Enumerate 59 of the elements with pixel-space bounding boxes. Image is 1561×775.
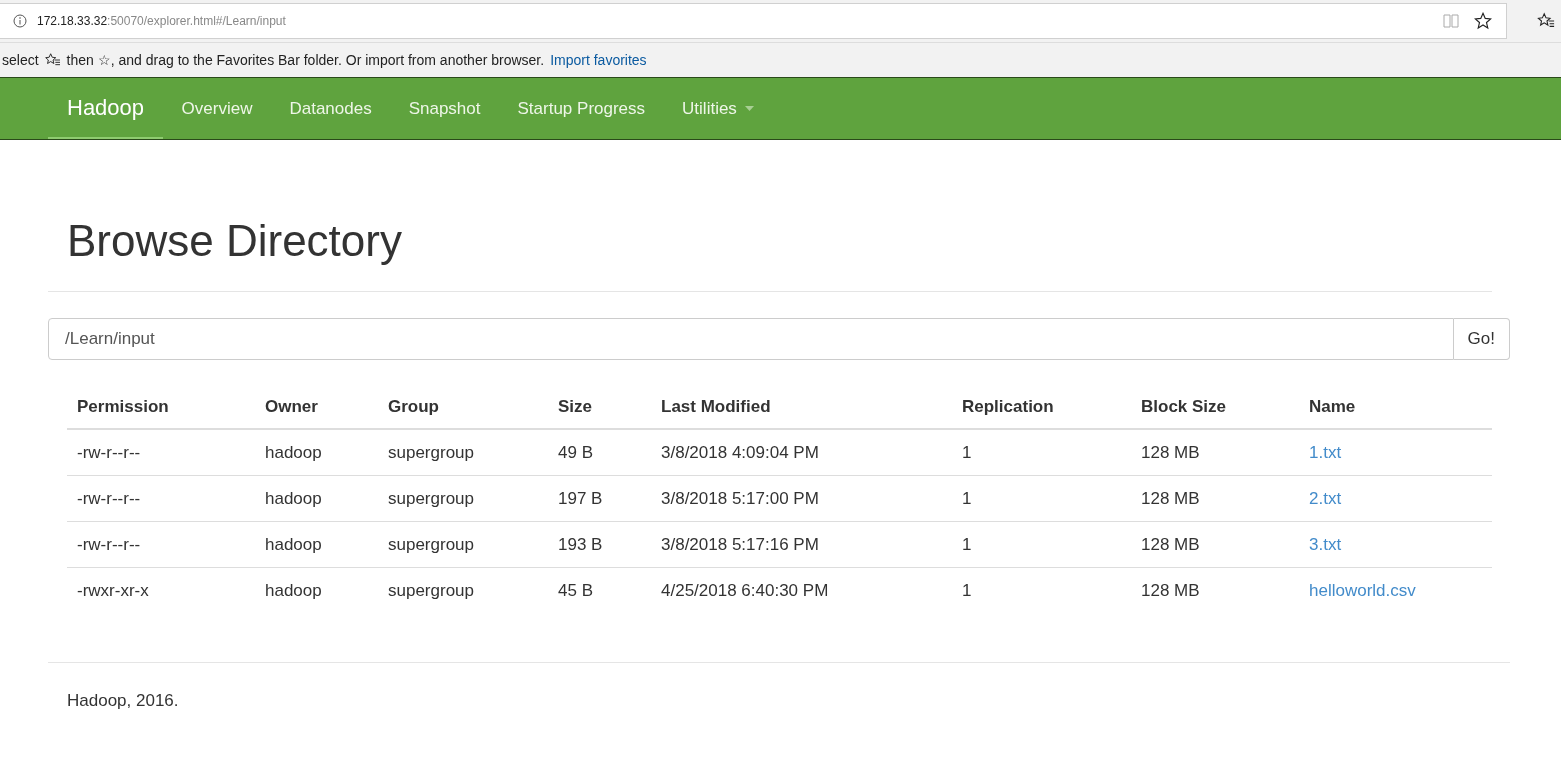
file-name-link[interactable]: 2.txt <box>1309 489 1342 508</box>
table-cell: 3/8/2018 5:17:00 PM <box>651 475 952 522</box>
table-cell: hadoop <box>255 475 378 522</box>
nav-link[interactable]: Datanodes <box>270 78 391 139</box>
nav-link[interactable]: Overview <box>163 78 271 139</box>
favorites-hint-text: then ☆, and drag to the Favorites Bar folder. Or import from another browser. <box>66 52 545 68</box>
table-cell: 128 MB <box>1131 429 1299 476</box>
favorites-list-icon[interactable] <box>1537 12 1555 30</box>
column-header: Permission <box>67 386 255 429</box>
page-title: Browse Directory <box>48 140 1492 292</box>
table-cell: 4/25/2018 6:40:30 PM <box>651 567 952 613</box>
nav-link[interactable]: Snapshot <box>390 78 499 139</box>
table-cell: hadoop <box>255 567 378 613</box>
table-cell: 45 B <box>548 567 651 613</box>
table-cell: 193 B <box>548 521 651 568</box>
import-favorites-link[interactable]: Import favorites <box>550 52 647 68</box>
path-input-field[interactable]: /Learn/input <box>48 318 1454 360</box>
table-cell: 1 <box>952 567 1131 613</box>
table-cell: -rw-r--r-- <box>67 429 255 476</box>
table-cell: 1 <box>952 429 1131 476</box>
star-icon[interactable] <box>1474 12 1492 30</box>
table-cell: 1 <box>952 521 1131 568</box>
table-cell: 3/8/2018 5:17:16 PM <box>651 521 952 568</box>
table-cell: 1 <box>952 475 1131 522</box>
table-cell: supergroup <box>378 475 548 522</box>
go-button[interactable]: Go! <box>1453 318 1510 360</box>
column-header: Size <box>548 386 651 429</box>
nav-link[interactable]: Startup Progress <box>499 78 664 139</box>
caret-icon <box>744 106 754 111</box>
info-icon[interactable] <box>13 14 27 28</box>
column-header: Block Size <box>1131 386 1299 429</box>
table-cell: -rwxr-xr-x <box>67 567 255 613</box>
column-header: Replication <box>952 386 1131 429</box>
favorites-hint-text: select <box>2 52 39 68</box>
table-cell: -rw-r--r-- <box>67 521 255 568</box>
file-name-link[interactable]: 1.txt <box>1309 443 1342 462</box>
file-name-link[interactable]: helloworld.csv <box>1309 581 1416 600</box>
column-header: Name <box>1299 386 1492 429</box>
table-cell: 128 MB <box>1131 475 1299 522</box>
column-header: Last Modified <box>651 386 952 429</box>
address-bar-url[interactable]: 172.18.33.32:50070/explorer.html#/Learn/input <box>37 14 286 28</box>
table-cell: hadoop <box>255 521 378 568</box>
table-cell: 197 B <box>548 475 651 522</box>
table-cell: 3/8/2018 4:09:04 PM <box>651 429 952 476</box>
table-cell: supergroup <box>378 567 548 613</box>
nav-link[interactable]: Utilities <box>663 78 773 139</box>
table-cell: hadoop <box>255 429 378 476</box>
brand-link[interactable]: Hadoop <box>48 78 164 139</box>
table-cell: 49 B <box>548 429 651 476</box>
column-header: Group <box>378 386 548 429</box>
table-cell: supergroup <box>378 429 548 476</box>
favorites-list-icon <box>44 53 61 67</box>
file-name-link[interactable]: 3.txt <box>1309 535 1342 554</box>
table-cell: supergroup <box>378 521 548 568</box>
table-cell: -rw-r--r-- <box>67 475 255 522</box>
footer-text: Hadoop, 2016. <box>66 690 180 712</box>
table-cell: 128 MB <box>1131 567 1299 613</box>
table-cell: 128 MB <box>1131 521 1299 568</box>
column-header: Owner <box>255 386 378 429</box>
